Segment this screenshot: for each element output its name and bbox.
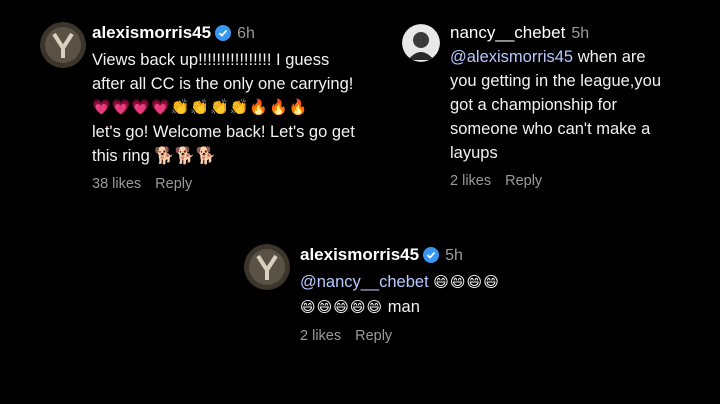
- avatar[interactable]: [244, 244, 290, 290]
- reply-button[interactable]: Reply: [155, 176, 192, 192]
- username[interactable]: alexismorris45: [300, 245, 419, 264]
- comment-text: @alexismorris45 when are you getting in …: [450, 48, 661, 162]
- likes-count[interactable]: 38 likes: [92, 176, 141, 192]
- reply-button[interactable]: Reply: [505, 173, 542, 189]
- avatar[interactable]: [402, 24, 440, 62]
- avatar[interactable]: [40, 22, 86, 68]
- mention-link[interactable]: @alexismorris45: [450, 48, 573, 66]
- verified-badge-icon: [215, 25, 232, 48]
- reply-button[interactable]: Reply: [355, 328, 392, 344]
- comment-text: @nancy__chebet 😄😄😄😄 😄😄😄😄😄 man: [300, 273, 500, 316]
- verified-badge-icon: [423, 247, 440, 270]
- username[interactable]: alexismorris45: [92, 23, 211, 42]
- likes-count[interactable]: 2 likes: [300, 328, 341, 344]
- emoji-row: 💗💗💗💗👏👏👏👏🔥🔥🔥: [92, 99, 309, 116]
- likes-count[interactable]: 2 likes: [450, 173, 491, 189]
- emoji-row: 😄😄😄😄: [433, 274, 500, 291]
- mention-link[interactable]: @nancy__chebet: [300, 273, 429, 291]
- comment-text: Views back up!!!!!!!!!!!!!!!! I guess af…: [92, 48, 402, 168]
- timestamp: 5h: [445, 247, 463, 264]
- username[interactable]: nancy__chebet: [450, 23, 565, 42]
- timestamp: 6h: [237, 25, 255, 42]
- emoji-row: 😄😄😄😄😄: [300, 299, 384, 316]
- timestamp: 5h: [571, 25, 590, 42]
